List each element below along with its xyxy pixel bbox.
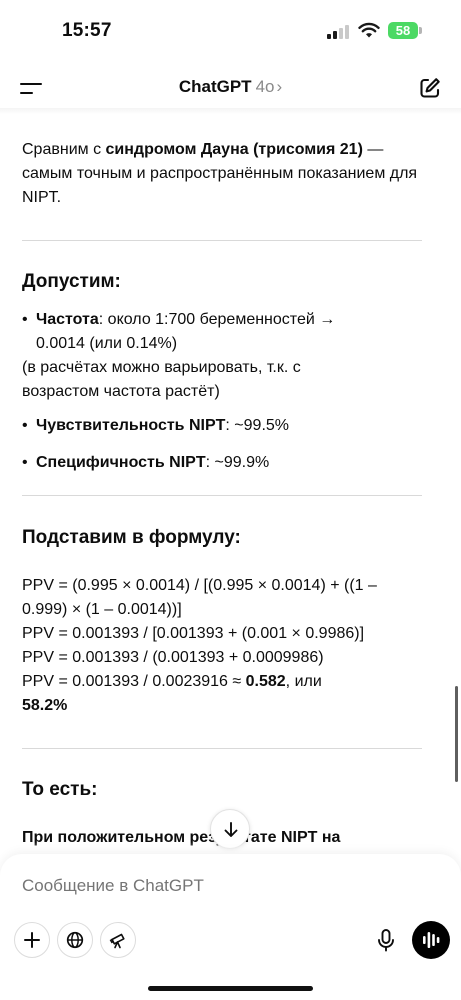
divider <box>22 748 422 749</box>
bullet-bold: Специфичность NIPT <box>36 454 206 471</box>
header-divider <box>0 108 461 114</box>
divider <box>22 240 422 241</box>
model-name: 4o <box>255 77 275 96</box>
formula-line: PPV = 0.001393 / (0.001393 + 0.0009986) <box>22 649 324 666</box>
plus-icon <box>24 932 40 948</box>
cellular-signal-icon <box>327 25 349 39</box>
assume-note: (в расчётах можно варьировать, т.к. с во… <box>22 359 301 400</box>
attach-button[interactable] <box>14 922 50 958</box>
thus-heading: То есть: <box>22 779 98 800</box>
bullet-text: : ~99.9% <box>205 454 270 471</box>
bullet-bold: Чувствительность NIPT <box>36 417 226 434</box>
status-time: 15:57 <box>62 20 112 41</box>
scrollbar[interactable] <box>455 686 458 782</box>
arrow-down-icon <box>224 822 238 837</box>
assume-list-2: Чувствительность NIPT: ~99.5% Специфично… <box>22 414 422 475</box>
list-item: Частота: около 1:700 беременностей → 0.00… <box>22 308 422 356</box>
model-selector[interactable]: ChatGPT 4o › <box>0 77 461 97</box>
app-header: ChatGPT 4o › <box>0 62 461 114</box>
list-item: Специфичность NIPT: ~99.9% <box>22 451 422 475</box>
app-title: ChatGPT <box>178 77 252 96</box>
wifi-icon <box>358 22 380 38</box>
assistant-message: Сравним с синдромом Дауна (трисомия 21) … <box>22 138 422 850</box>
result-value: 0.582 <box>245 673 286 690</box>
divider <box>22 495 422 496</box>
composer <box>0 854 461 1000</box>
telescope-icon <box>109 933 125 949</box>
voice-icon <box>423 932 440 948</box>
intro-paragraph: Сравним с синдромом Дауна (трисомия 21) … <box>22 138 422 210</box>
assume-heading: Допустим: <box>22 271 121 292</box>
battery-tip <box>419 27 422 34</box>
result-prefix: PPV = 0.001393 / 0.0023916 ≈ <box>22 673 246 690</box>
status-bar: 15:57 58 <box>0 0 461 62</box>
list-item: Чувствительность NIPT: ~99.5% <box>22 414 422 438</box>
deep-research-button[interactable] <box>100 922 136 958</box>
home-indicator <box>148 986 313 991</box>
battery-indicator: 58 <box>388 22 418 39</box>
bullet-text: : около 1:700 беременностей → <box>98 311 336 328</box>
mic-icon[interactable] <box>370 924 402 956</box>
globe-icon <box>66 931 84 949</box>
formula-result: PPV = 0.001393 / 0.0023916 ≈ 0.582, или … <box>22 670 422 718</box>
formula-block: PPV = (0.995 × 0.0014) / [(0.995 × 0.001… <box>22 574 422 718</box>
assume-list: Частота: около 1:700 беременностей → 0.00… <box>22 308 422 356</box>
formula-line: PPV = (0.995 × 0.0014) / [(0.995 × 0.001… <box>22 577 377 618</box>
formula-heading: Подставим в формулу: <box>22 527 241 548</box>
voice-mode-button[interactable] <box>412 921 450 959</box>
compose-icon[interactable] <box>418 76 442 100</box>
web-search-button[interactable] <box>57 922 93 958</box>
bullet-continuation: 0.0014 (или 0.14%) <box>36 335 178 352</box>
bullet-text: : ~99.5% <box>225 417 290 434</box>
intro-text: Сравним с <box>22 141 106 158</box>
message-input[interactable] <box>22 876 422 896</box>
result-percent: 58.2% <box>22 697 68 714</box>
bullet-bold: Частота <box>36 311 99 328</box>
chevron-right-icon: › <box>276 77 283 96</box>
result-mid: , или <box>285 673 322 690</box>
formula-line: PPV = 0.001393 / [0.001393 + (0.001 × 0.… <box>22 625 365 642</box>
intro-bold: синдромом Дауна (трисомия 21) <box>105 141 363 158</box>
